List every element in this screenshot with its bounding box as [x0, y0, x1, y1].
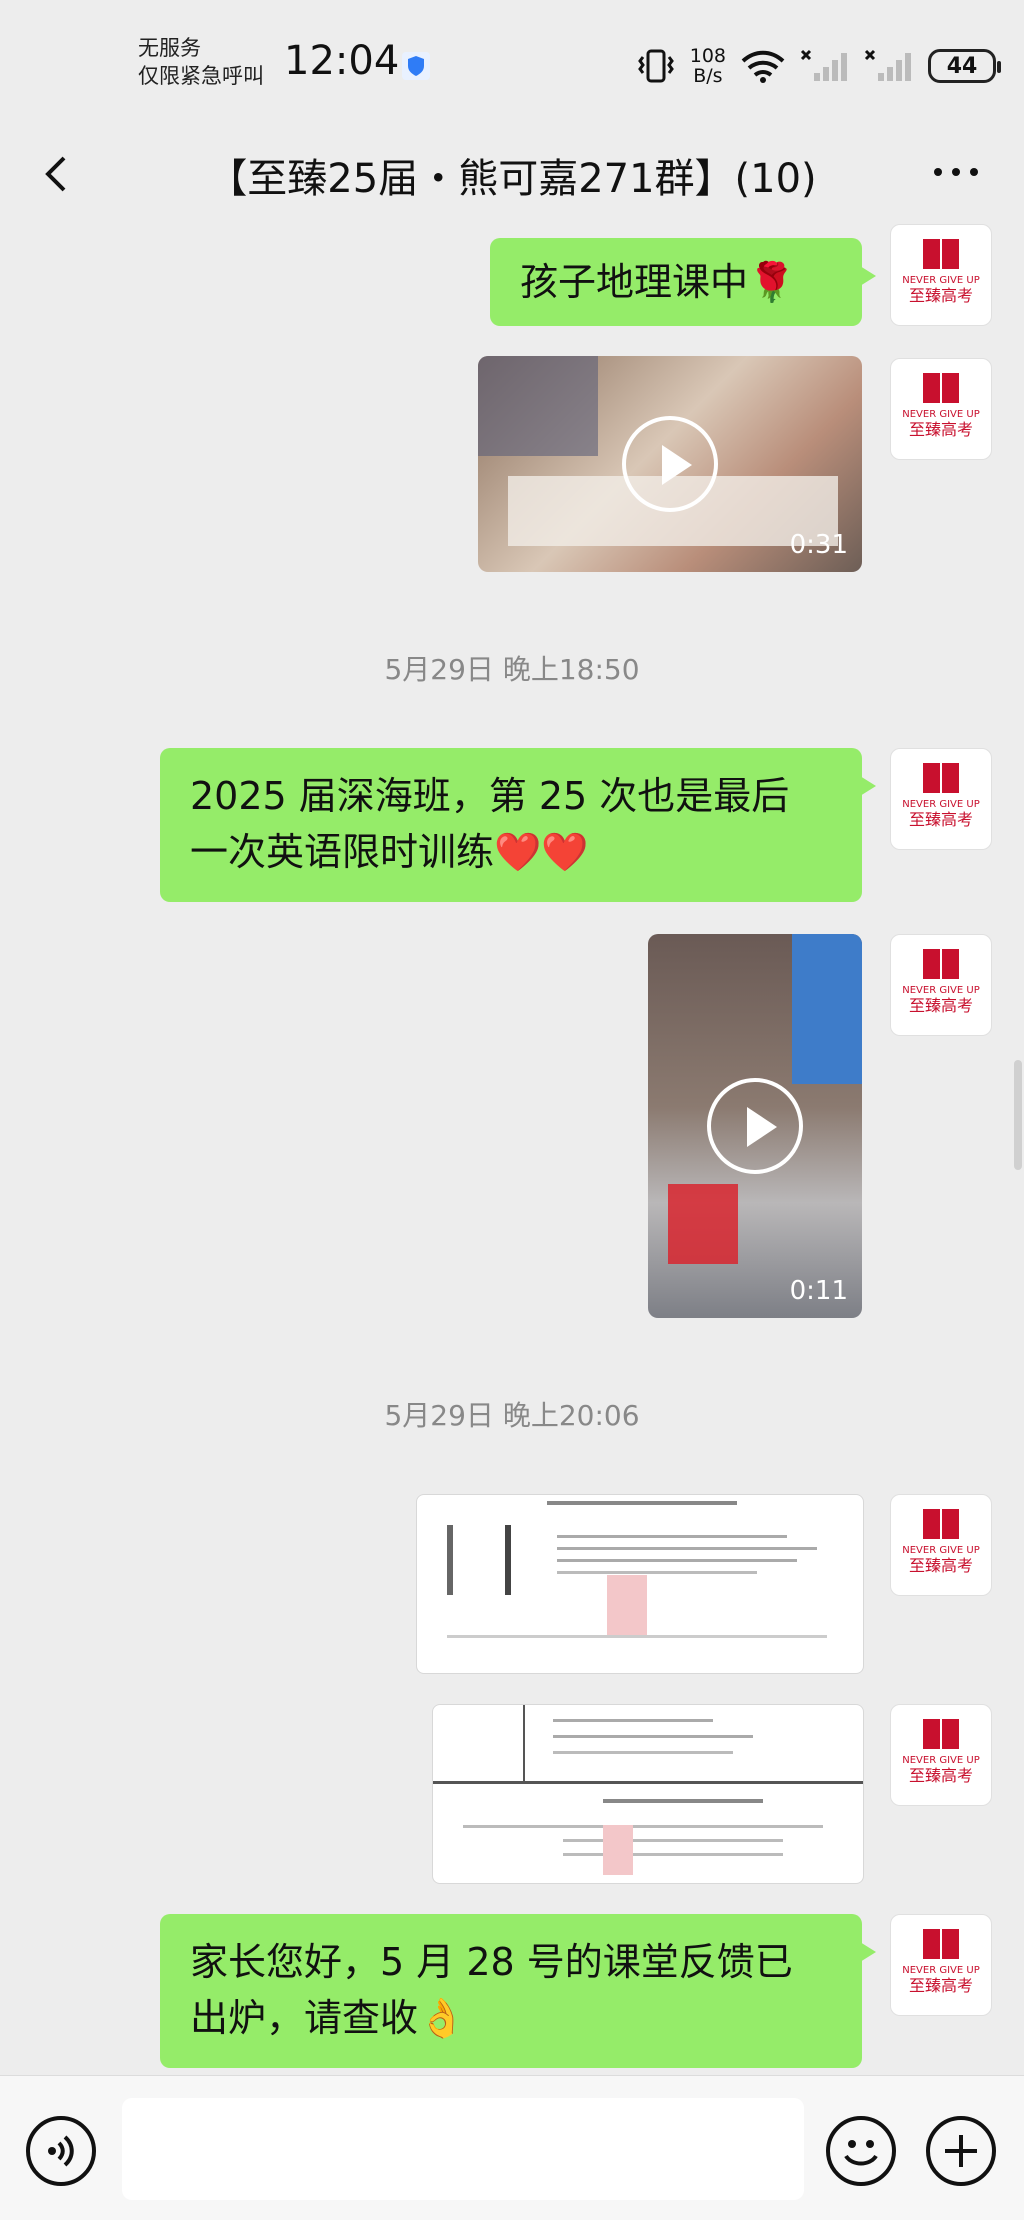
- input-bar: [0, 2075, 1024, 2220]
- message-bubble[interactable]: 2025 届深海班，第 25 次也是最后 一次英语限时训练❤️❤️: [160, 748, 876, 902]
- status-bar: 无服务 仅限紧急呼叫 12:04 108 B/s 44: [0, 0, 1024, 110]
- more-functions-icon[interactable]: [926, 2116, 996, 2186]
- message-text-line: 家长您好，5 月 28 号的课堂反馈已: [190, 1940, 793, 1984]
- brand-logo: NEVER GIVE UP 至臻高考: [902, 1719, 980, 1785]
- svg-text:NEVER GIVE UP: NEVER GIVE UP: [902, 1755, 979, 1766]
- avatar[interactable]: NEVER GIVE UP 至臻高考: [890, 748, 992, 850]
- svg-text:NEVER GIVE UP: NEVER GIVE UP: [902, 799, 979, 810]
- clock: 12:04: [284, 38, 400, 84]
- voice-wave-icon: [48, 2135, 74, 2167]
- carrier-line-1: 无服务: [138, 36, 201, 60]
- more-dot: [952, 168, 960, 176]
- image-message[interactable]: [432, 1704, 864, 1884]
- svg-text:至臻高考: 至臻高考: [909, 996, 973, 1015]
- play-icon[interactable]: [622, 416, 718, 512]
- more-options-icon[interactable]: [934, 160, 982, 184]
- svg-text:NEVER GIVE UP: NEVER GIVE UP: [902, 985, 979, 996]
- video-duration: 0:11: [789, 1276, 848, 1306]
- svg-text:至臻高考: 至臻高考: [909, 286, 973, 305]
- play-icon[interactable]: [707, 1078, 803, 1174]
- scrollbar-thumb[interactable]: [1014, 1060, 1022, 1170]
- emoji-icon[interactable]: [826, 2116, 896, 2186]
- document-thumbnail: [433, 1705, 863, 1875]
- avatar[interactable]: NEVER GIVE UP 至臻高考: [890, 224, 992, 326]
- message-bubble[interactable]: 孩子地理课中🌹: [490, 238, 876, 326]
- brand-logo: NEVER GIVE UP 至臻高考: [902, 239, 980, 305]
- document-thumbnail: [447, 1501, 827, 1638]
- status-icons: 108 B/s 44: [636, 44, 1001, 88]
- smiley-face-icon: [844, 2140, 878, 2166]
- message-timestamp: 5月29日 晚上18:50: [384, 653, 640, 686]
- chat-title: 【至臻25届・熊可嘉271群】(10): [207, 156, 817, 202]
- video-scene: [478, 356, 598, 456]
- wifi-icon: [741, 50, 785, 83]
- signal-2-icon: [864, 49, 911, 81]
- image-message[interactable]: [416, 1494, 864, 1674]
- avatar[interactable]: NEVER GIVE UP 至臻高考: [890, 1914, 992, 2016]
- message-input[interactable]: [122, 2098, 804, 2200]
- video-scene: [668, 1184, 738, 1264]
- message-timestamp: 5月29日 晚上20:06: [384, 1399, 640, 1432]
- svg-text:至臻高考: 至臻高考: [909, 1766, 973, 1785]
- message-text-line: 出炉，请查收👌: [190, 1996, 466, 2040]
- video-duration: 0:31: [789, 530, 848, 560]
- message-text-line: 2025 届深海班，第 25 次也是最后: [190, 774, 790, 818]
- svg-text:至臻高考: 至臻高考: [909, 420, 973, 439]
- brand-logo: NEVER GIVE UP 至臻高考: [902, 763, 980, 829]
- svg-text:NEVER GIVE UP: NEVER GIVE UP: [902, 1545, 979, 1556]
- more-dot: [970, 168, 978, 176]
- message-bubble[interactable]: 家长您好，5 月 28 号的课堂反馈已 出炉，请查收👌: [160, 1914, 876, 2068]
- brand-logo: NEVER GIVE UP 至臻高考: [902, 949, 980, 1015]
- avatar[interactable]: NEVER GIVE UP 至臻高考: [890, 1704, 992, 1806]
- battery-indicator: 44: [928, 49, 1001, 83]
- svg-text:至臻高考: 至臻高考: [909, 810, 973, 829]
- brand-logo: NEVER GIVE UP 至臻高考: [902, 1509, 980, 1575]
- vibrate-icon: [637, 49, 674, 83]
- voice-input-icon[interactable]: [26, 2116, 96, 2186]
- avatar[interactable]: NEVER GIVE UP 至臻高考: [890, 1494, 992, 1596]
- message-text: 孩子地理课中🌹: [520, 260, 796, 304]
- chat-header: 【至臻25届・熊可嘉271群】(10): [0, 110, 1024, 240]
- more-dot: [934, 168, 942, 176]
- shield-icon: [402, 52, 430, 80]
- carrier-status: 无服务 仅限紧急呼叫: [138, 34, 264, 90]
- message-text-line: 一次英语限时训练❤️❤️: [190, 830, 589, 874]
- net-speed-unit: B/s: [693, 65, 723, 87]
- svg-text:至臻高考: 至臻高考: [909, 1556, 973, 1575]
- brand-logo: NEVER GIVE UP 至臻高考: [902, 373, 980, 439]
- svg-text:至臻高考: 至臻高考: [909, 1976, 973, 1995]
- video-message[interactable]: 0:11: [648, 934, 862, 1318]
- signal-1-icon: [800, 49, 847, 81]
- carrier-line-2: 仅限紧急呼叫: [138, 64, 264, 88]
- avatar[interactable]: NEVER GIVE UP 至臻高考: [890, 358, 992, 460]
- net-speed: 108 B/s: [690, 46, 726, 86]
- video-message[interactable]: 0:31: [478, 356, 862, 572]
- svg-text:NEVER GIVE UP: NEVER GIVE UP: [902, 275, 979, 286]
- brand-logo: NEVER GIVE UP 至臻高考: [902, 1929, 980, 1995]
- net-speed-value: 108: [689, 45, 726, 67]
- plus-icon: [945, 2135, 977, 2167]
- avatar[interactable]: NEVER GIVE UP 至臻高考: [890, 934, 992, 1036]
- svg-text:NEVER GIVE UP: NEVER GIVE UP: [902, 1965, 979, 1976]
- svg-text:NEVER GIVE UP: NEVER GIVE UP: [902, 409, 979, 420]
- video-scene: [792, 934, 862, 1084]
